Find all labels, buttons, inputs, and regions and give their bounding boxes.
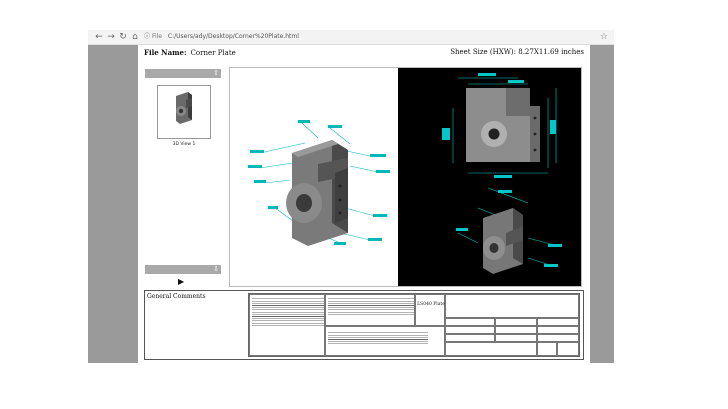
scale-cell [445, 342, 537, 356]
material-cell: LS040 Plate [415, 294, 445, 326]
back-icon[interactable]: ← [94, 31, 104, 43]
drawn-cell [445, 318, 495, 326]
mfg-cell [495, 326, 537, 334]
address-text: C:/Users/ady/Desktop/Corner%20Plate.html [167, 33, 299, 40]
file-name-value: Corner Plate [190, 49, 236, 57]
sheet-cell [537, 342, 557, 356]
material-name: LS040 Plate [417, 302, 445, 307]
arrow-up-icon: ⇧ [213, 69, 219, 77]
view-thumbnail[interactable]: 3D View 1 [157, 85, 211, 147]
approved-cell [445, 334, 495, 342]
drawing-viewer[interactable] [229, 67, 582, 287]
notes-text [252, 297, 324, 327]
scroll-down-button[interactable]: ⇩ [145, 265, 221, 274]
tolerance-cell [325, 294, 415, 326]
forward-icon[interactable]: → [106, 31, 116, 43]
thumbnail-image [176, 92, 192, 124]
browser-toolbar: ← → ↻ ⌂ ⓘ File C:/Users/ady/Desktop/Corn… [88, 30, 614, 45]
scroll-up-button[interactable]: ⇧ [145, 69, 221, 78]
notes-cell [249, 294, 325, 356]
tolerance-text [328, 297, 414, 315]
address-bar[interactable]: ⓘ File C:/Users/ady/Desktop/Corner%20Pla… [144, 32, 584, 42]
proprietary-cell [325, 326, 445, 356]
orthographic-panel [398, 68, 581, 286]
checked-cell [495, 318, 537, 326]
date-cell [537, 318, 579, 326]
qa-cell [537, 326, 579, 334]
weight-cell [557, 342, 579, 356]
file-name: File Name: Corner Plate [144, 48, 236, 57]
file-label: File [151, 33, 162, 40]
general-comments-label: General Comments [147, 293, 206, 300]
info-icon[interactable]: ⓘ [144, 33, 150, 40]
file-name-label: File Name: [144, 48, 187, 57]
rev-cell [537, 334, 579, 342]
title-block: LS040 Plate [248, 293, 580, 357]
document-stage: File Name: Corner Plate Sheet Size (HXW):… [88, 45, 614, 363]
thumbnail-caption: 3D View 1 [172, 142, 196, 147]
size-cell [495, 334, 537, 342]
drawing-page: File Name: Corner Plate Sheet Size (HXW):… [138, 45, 590, 363]
proprietary-text [328, 331, 428, 345]
bottom-panel: General Comments LS040 Plate [144, 290, 584, 360]
eng-cell [445, 326, 495, 334]
sheet-size: Sheet Size (HXW): 8.27X11.69 inches [450, 48, 584, 56]
play-icon[interactable]: ▶ [178, 277, 184, 286]
reload-icon[interactable]: ↻ [118, 31, 128, 43]
isometric-view [248, 120, 390, 246]
orthographic-views [442, 73, 562, 274]
home-icon[interactable]: ⌂ [130, 31, 140, 43]
star-icon[interactable]: ☆ [600, 31, 608, 43]
arrow-down-icon: ⇩ [213, 265, 219, 273]
title-cell [445, 294, 579, 318]
